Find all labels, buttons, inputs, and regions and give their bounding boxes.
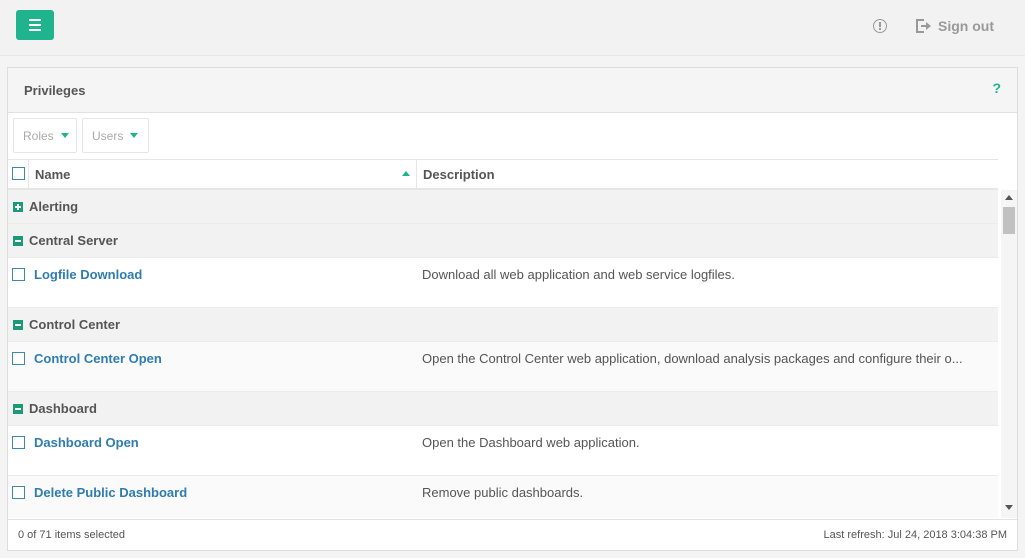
privilege-name-link[interactable]: Dashboard Open: [34, 435, 139, 450]
users-filter-dropdown[interactable]: Users: [82, 118, 149, 153]
sign-out-icon: [916, 19, 932, 33]
menu-icon-bar: [29, 29, 41, 31]
users-filter-label: Users: [92, 129, 124, 143]
vertical-scrollbar[interactable]: [1001, 190, 1017, 518]
group-row-dashboard[interactable]: Dashboard: [8, 392, 998, 426]
description-column-header[interactable]: Description: [417, 160, 998, 189]
row-checkbox[interactable]: [12, 486, 25, 499]
collapse-minus-icon[interactable]: [13, 320, 23, 330]
privilege-description: Remove public dashboards.: [422, 485, 584, 500]
expand-plus-icon[interactable]: [13, 202, 23, 212]
row-checkbox[interactable]: [12, 268, 25, 281]
menu-icon-bar: [29, 19, 41, 21]
name-column-label: Name: [35, 167, 71, 182]
hamburger-menu-button[interactable]: [16, 10, 54, 40]
select-all-cell: [8, 160, 29, 189]
privileges-panel: Privileges ? Roles Users Name Descriptio…: [7, 67, 1018, 551]
help-icon[interactable]: ?: [992, 80, 1001, 96]
grid-footer: 0 of 71 items selected Last refresh: Jul…: [8, 519, 1017, 551]
privilege-description: Open the Dashboard web application.: [422, 435, 640, 450]
collapse-minus-icon[interactable]: [13, 404, 23, 414]
sign-out-button[interactable]: Sign out: [916, 17, 994, 35]
scrollbar-thumb[interactable]: [1003, 207, 1015, 234]
group-row-central-server[interactable]: Central Server: [8, 224, 998, 258]
privilege-name-link[interactable]: Control Center Open: [34, 351, 162, 366]
privilege-description: Download all web application and web ser…: [422, 267, 735, 282]
row-checkbox[interactable]: [12, 436, 25, 449]
grid-body: Alerting Central Server Logfile Download…: [8, 190, 998, 518]
group-row-control-center[interactable]: Control Center: [8, 308, 998, 342]
roles-filter-dropdown[interactable]: Roles: [13, 118, 77, 153]
privilege-name-link[interactable]: Delete Public Dashboard: [34, 485, 187, 500]
grid-header: Name Description: [8, 159, 998, 190]
table-row[interactable]: Delete Public Dashboard Remove public da…: [8, 476, 998, 518]
group-label: Alerting: [29, 199, 79, 214]
sort-ascending-icon: [402, 171, 410, 176]
selection-count: 0 of 71 items selected: [18, 529, 126, 541]
description-column-label: Description: [423, 167, 495, 182]
table-row[interactable]: Dashboard Open Open the Dashboard web ap…: [8, 426, 998, 476]
scroll-down-arrow-icon[interactable]: [1005, 505, 1013, 510]
group-label: Dashboard: [29, 401, 97, 416]
collapse-minus-icon[interactable]: [13, 236, 23, 246]
panel-header: Privileges ?: [8, 68, 1017, 113]
last-refresh-timestamp: Last refresh: Jul 24, 2018 3:04:38 PM: [823, 529, 1007, 541]
table-row[interactable]: Logfile Download Download all web applic…: [8, 258, 998, 308]
group-row-alerting[interactable]: Alerting: [8, 190, 998, 224]
row-checkbox[interactable]: [12, 352, 25, 365]
privilege-name-link[interactable]: Logfile Download: [34, 267, 142, 282]
top-bar: Sign out: [0, 0, 1025, 56]
group-label: Central Server: [29, 233, 118, 248]
roles-filter-label: Roles: [23, 129, 54, 143]
scroll-up-arrow-icon[interactable]: [1005, 195, 1013, 200]
select-all-checkbox[interactable]: [12, 167, 25, 180]
group-label: Control Center: [29, 317, 120, 332]
panel-title: Privileges: [24, 83, 86, 98]
menu-icon-bar: [29, 24, 41, 26]
info-icon[interactable]: [873, 19, 887, 33]
caret-down-icon: [60, 133, 69, 138]
name-column-header[interactable]: Name: [29, 160, 417, 189]
privilege-description: Open the Control Center web application,…: [422, 351, 963, 366]
sign-out-label: Sign out: [938, 18, 994, 34]
caret-down-icon: [130, 133, 139, 138]
table-row[interactable]: Control Center Open Open the Control Cen…: [8, 342, 998, 392]
